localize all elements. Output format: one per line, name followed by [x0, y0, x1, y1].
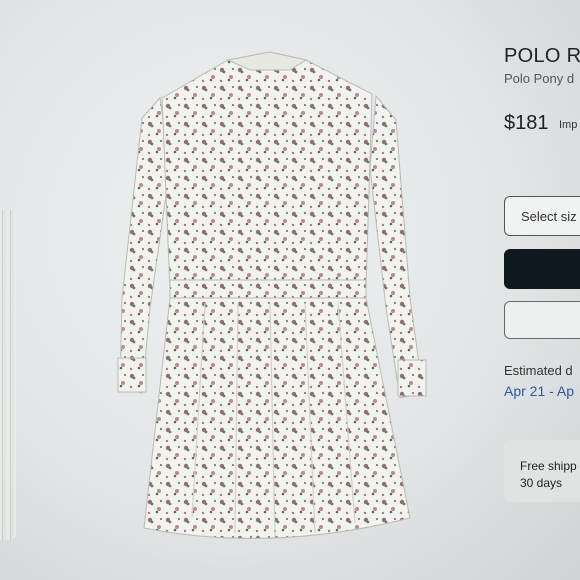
add-to-cart-button[interactable]	[504, 249, 580, 289]
product-subtitle: Polo Pony d	[504, 71, 575, 86]
shipping-line-1: Free shipp	[520, 459, 577, 473]
size-select-label: Select siz	[521, 209, 577, 224]
shipping-info-box: Free shipp 30 days	[504, 440, 580, 502]
product-image-gallery[interactable]	[0, 0, 490, 580]
previous-image-thumbnail[interactable]	[0, 210, 16, 540]
estimated-delivery-dates: Apr 21 - Ap	[504, 383, 575, 399]
product-details-panel: POLO R Polo Pony d $181 Imp Select siz E…	[490, 0, 580, 580]
product-price: $181	[504, 112, 549, 134]
product-title: POLO R	[504, 45, 580, 67]
shipping-line-2: 30 days	[520, 476, 563, 490]
dress-illustration	[117, 51, 427, 539]
estimated-delivery-label: Estimated d	[504, 363, 573, 378]
price-note: Imp	[559, 119, 578, 131]
screen: POLO R Polo Pony d $181 Imp Select siz E…	[0, 0, 580, 580]
size-select-dropdown[interactable]: Select siz	[504, 196, 580, 236]
dress-image[interactable]	[110, 48, 440, 568]
secondary-action-button[interactable]	[504, 301, 580, 339]
